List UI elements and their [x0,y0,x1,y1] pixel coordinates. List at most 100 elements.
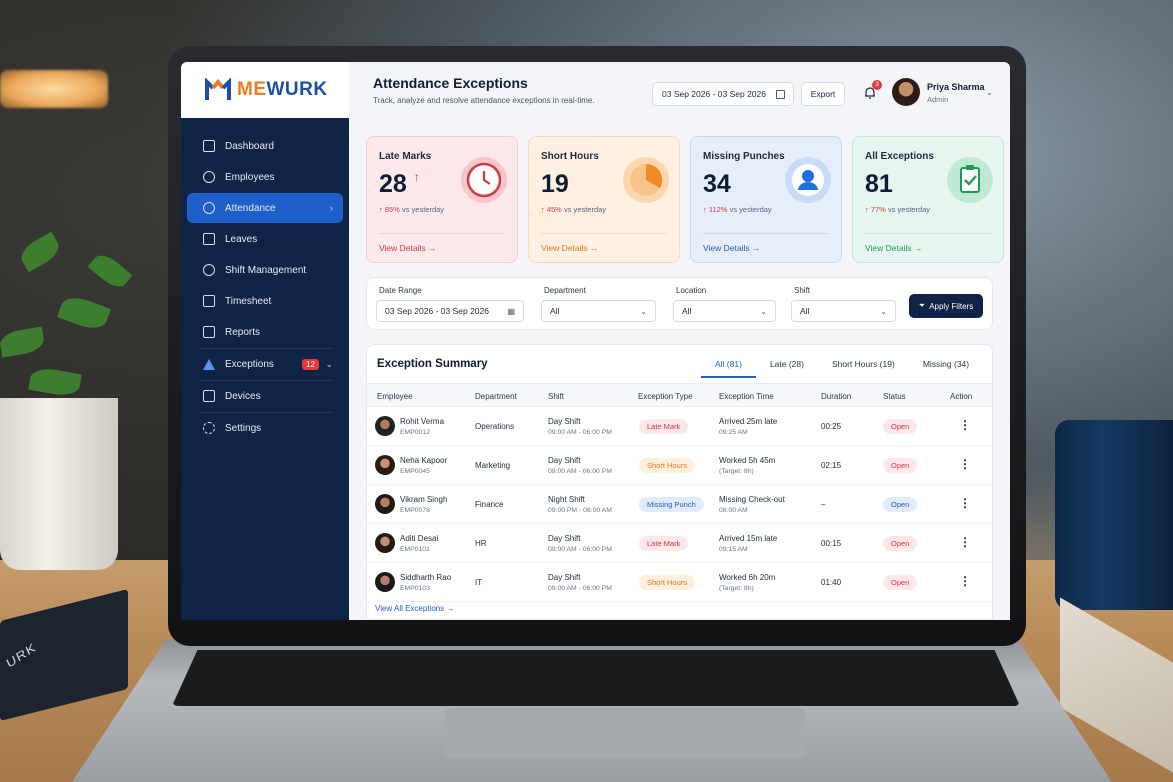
exception-time-cell: Worked 6h 20m (Target: 8h) [719,573,775,592]
notification-badge: 3 [872,80,882,90]
tab-late[interactable]: Late (28) [756,355,818,378]
arrow-right-icon: → [446,604,455,613]
view-details-link[interactable]: View Details → [541,243,599,253]
tab-missing[interactable]: Missing (34) [909,355,983,378]
more-options-icon[interactable]: ⋮ [959,457,971,471]
exception-time-cell: Arrived 15m late 09:15 AM [719,534,777,553]
user-role: Admin [927,95,949,104]
tab-short-hours[interactable]: Short Hours (19) [818,355,909,378]
clock-icon [203,202,215,214]
arrow-right-icon: → [428,243,437,253]
sidebar-item-label: Leaves [225,233,258,245]
filter-label: Department [544,286,586,295]
view-details-label: View Details [379,243,426,253]
logo[interactable]: MEWURK [181,62,349,118]
more-options-icon[interactable]: ⋮ [959,535,971,549]
duration-cell: 00:15 [821,539,842,548]
calendar-icon [203,233,215,245]
employee-name: Rohit Verma [400,417,445,426]
user-icon [785,157,831,203]
filter-icon: ⏷ [918,301,926,310]
employee-cell: Vikram Singh EMP0078 [400,495,447,514]
exceptions-count-badge: 12 [302,358,319,370]
sidebar-item-label: Timesheet [225,295,272,307]
exception-time: Arrived 25m late [719,417,778,426]
view-details-link[interactable]: View Details → [703,243,761,253]
view-all-exceptions-link[interactable]: View All Exceptions → [375,604,454,613]
shift-time: 09:00 AM - 06:00 PM [548,585,612,592]
card-delta-pct: 77% [870,205,886,214]
apply-filters-button[interactable]: ⏷ Apply Filters [909,294,983,318]
card-short-hours[interactable]: Short Hours 19 ↑ 45% vs yesterday View D… [528,136,680,263]
location-select[interactable]: All ⌄ [673,300,776,322]
table-row[interactable]: Neha Kapoor EMP0045 Marketing Day Shift 09… [367,446,992,485]
sidebar-item-reports[interactable]: Reports [187,317,343,347]
card-all-exceptions[interactable]: All Exceptions 81 ↑ 77% vs yesterday Vie… [852,136,1004,263]
export-button[interactable]: Export [801,82,845,106]
table-row[interactable]: Rohit Verma EMP0012 Operations Day Shift 0… [367,407,992,446]
sidebar-item-leaves[interactable]: Leaves [187,224,343,254]
card-delta-text: vs yesterday [401,205,445,214]
calendar-icon [776,90,785,99]
sidebar-item-devices[interactable]: Devices [187,381,343,411]
card-delta-pct: 45% [546,205,562,214]
user-avatar[interactable] [892,78,920,106]
avatar [375,533,395,553]
status-badge: Open [883,458,918,473]
employee-id: EMP0012 [400,429,430,436]
more-options-icon[interactable]: ⋮ [959,574,971,588]
table-header: Employee Department Shift Exception Type… [367,383,992,407]
exception-time-cell: Arrived 25m late 09:25 AM [719,417,777,436]
chevron-down-icon[interactable]: ⌄ [986,88,993,97]
sidebar-item-attendance[interactable]: Attendance › [187,193,343,223]
department-select[interactable]: All ⌄ [541,300,656,322]
table-row[interactable]: Vikram Singh EMP0078 Finance Night Shift 0… [367,485,992,524]
view-details-label: View Details [703,243,750,253]
card-value: 28 [379,170,407,198]
sidebar-item-label: Settings [225,422,262,434]
employee-name: Vikram Singh [400,495,448,504]
view-details-link[interactable]: View Details → [865,243,923,253]
users-icon [203,171,215,183]
screen: MEWURK Dashboard Employees Attendance › L… [181,62,1010,620]
sidebar-item-employees[interactable]: Employees [187,162,343,192]
card-late-marks[interactable]: Late Marks 28 ↑ ↑ 85% vs yesterday View … [366,136,518,263]
shift-name: Night Shift [548,495,585,504]
tab-all[interactable]: All (81) [701,355,756,378]
mug [1055,420,1173,610]
arrow-right-icon: → [914,243,923,253]
plant-pot [0,398,118,570]
chevron-down-icon: ⌄ [640,306,647,316]
employee-id: EMP0103 [400,585,430,592]
employee-cell: Rohit Verma EMP0012 [400,417,444,436]
home-icon [203,140,215,152]
shift-name: Day Shift [548,456,581,465]
column-header: Shift [548,392,565,401]
table-row[interactable]: Siddharth Rao EMP0103 IT Day Shift 09:00 A… [367,563,992,602]
sidebar-item-settings[interactable]: Settings [187,413,343,443]
notebook-text: URK [4,639,39,671]
sidebar-item-label: Shift Management [225,264,307,276]
shift-cell: Day Shift 09:00 AM - 06:00 PM [548,417,612,436]
more-options-icon[interactable]: ⋮ [959,496,971,510]
sidebar-item-shift-management[interactable]: Shift Management [187,255,343,285]
column-header: Status [883,392,906,401]
main-content: Attendance Exceptions Track, analyze and… [349,62,1010,620]
chevron-down-icon: ⌄ [760,306,767,316]
logo-text: MEWURK [237,79,328,101]
view-all-label: View All Exceptions [375,604,445,613]
shift-select[interactable]: All ⌄ [791,300,896,322]
card-missing-punches[interactable]: Missing Punches 34 ↑ 112% vs yesterday V… [690,136,842,263]
arrow-right-icon: → [752,243,761,253]
date-range-filter[interactable]: 03 Sep 2026 - 03 Sep 2026 ▦ [376,300,524,322]
sidebar-item-timesheet[interactable]: Timesheet [187,286,343,316]
more-options-icon[interactable]: ⋮ [959,418,971,432]
view-details-link[interactable]: View Details → [379,243,437,253]
filter-value: All [682,306,692,316]
sidebar-item-dashboard[interactable]: Dashboard [187,131,343,161]
sidebar-item-exceptions[interactable]: Exceptions 12 ⌄ [187,349,343,379]
table-row[interactable]: Aditi Desai EMP0101 HR Day Shift 09:00 AM … [367,524,992,563]
shift-time: 09:00 AM - 06:00 PM [548,468,612,475]
date-range-picker[interactable]: 03 Sep 2026 - 03 Sep 2026 [652,82,794,106]
department-cell: Finance [475,500,504,509]
